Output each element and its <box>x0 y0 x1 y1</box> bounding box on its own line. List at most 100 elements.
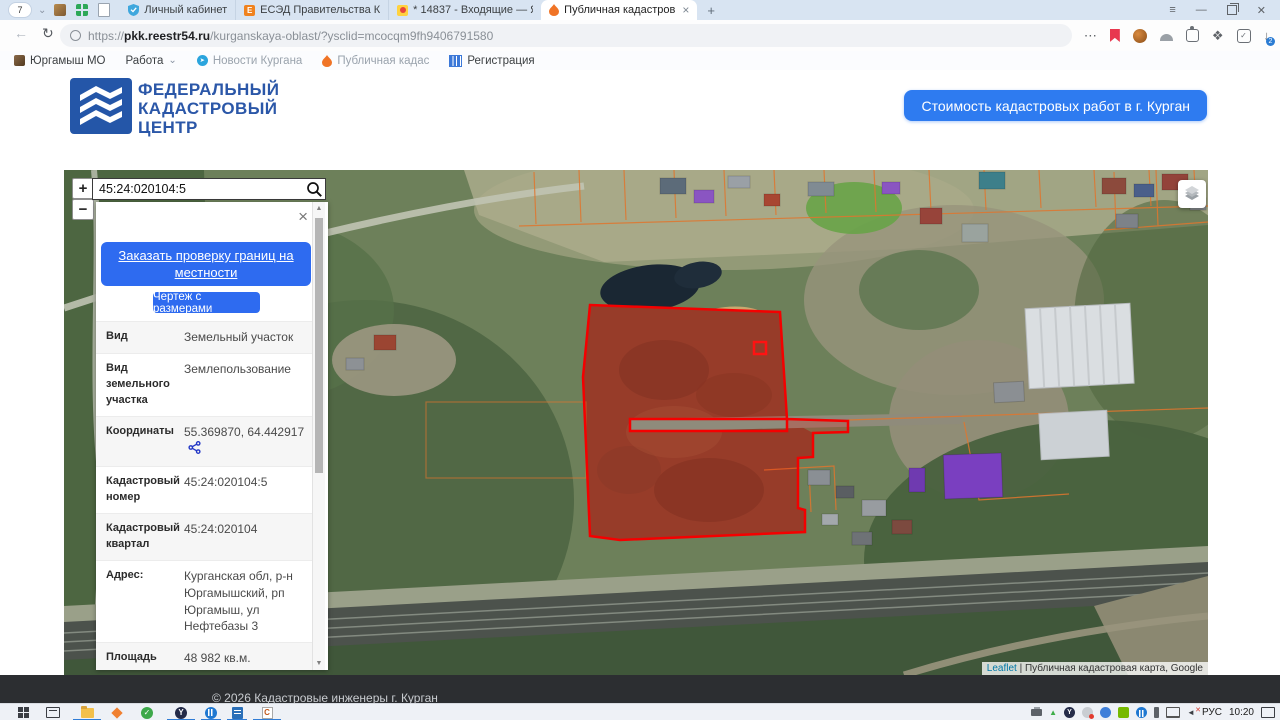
bookmark-cadastral[interactable]: Публичная кадас <box>322 54 429 67</box>
collections-icon[interactable]: ❖ <box>1212 28 1224 44</box>
task-view-icon <box>46 707 60 718</box>
restore-icon[interactable] <box>1226 3 1239 15</box>
tab-cadastral-map[interactable]: Публичная кадастров × <box>541 0 698 20</box>
minimize-icon[interactable]: — <box>1196 4 1207 16</box>
tab-counter[interactable]: 7 <box>8 2 32 18</box>
window-controls: ≡ — ✕ <box>1169 3 1266 17</box>
system-tray: ▲ Y ◄ ✕ РУС 10:20 <box>1031 704 1275 720</box>
reload-icon[interactable]: ↻ <box>42 25 54 42</box>
toolbar-actions: ⋯ ❖ ✓ ↓ 2 <box>1084 24 1275 47</box>
tab-close-icon[interactable]: × <box>682 3 689 17</box>
notes-icon[interactable] <box>98 3 111 17</box>
usb-icon[interactable] <box>1154 707 1160 718</box>
app-blue-button[interactable] <box>198 704 224 720</box>
parcel-attributes: Вид Земельный участок Вид земельного учас… <box>96 321 313 670</box>
scroll-down-icon[interactable]: ▼ <box>313 660 325 667</box>
tab-esed[interactable]: Е ЕСЭД Правительства Кур <box>235 0 388 20</box>
back-icon[interactable]: ← <box>14 25 28 41</box>
cadastral-search-box <box>92 178 326 200</box>
cadastre-flame-icon <box>322 54 333 67</box>
search-icon[interactable] <box>303 181 325 198</box>
document-app-button[interactable] <box>224 704 250 720</box>
map-container[interactable]: + − × Заказать проверку границ на местно… <box>64 170 1208 675</box>
scrollbar-thumb[interactable] <box>315 218 323 473</box>
taskbar: ✓ Y С ▲ Y ◄ ✕ РУС 10:20 <box>0 703 1280 720</box>
link-icon[interactable] <box>188 441 201 459</box>
order-boundary-check-button[interactable]: Заказать проверку границ на местности <box>101 242 311 286</box>
apps-grid-icon[interactable] <box>76 4 89 16</box>
crest-icon <box>14 55 25 66</box>
task-view-button[interactable] <box>36 704 70 720</box>
taskbar-apps: ✓ Y С <box>10 704 284 720</box>
bookmark-work-folder[interactable]: Работа ⌄ <box>125 55 176 67</box>
search-input[interactable] <box>93 182 303 196</box>
more-icon[interactable]: ⋯ <box>1084 28 1097 44</box>
shield-icon <box>128 4 140 16</box>
zoom-out-button[interactable]: − <box>72 199 94 220</box>
downloads-badge: 2 <box>1266 37 1275 46</box>
shield-check-icon: ✓ <box>141 706 153 719</box>
panel-scrollbar[interactable]: ▲ ▼ <box>312 202 325 670</box>
drawing-with-dimensions-button[interactable]: Чертеж с размерами <box>153 291 260 315</box>
printer-icon[interactable] <box>1031 707 1043 716</box>
notification-dot-icon[interactable] <box>1082 707 1095 719</box>
app-diamond-button[interactable] <box>104 704 130 720</box>
profile-icon[interactable] <box>1159 34 1173 41</box>
attribute-row: Кадастровый квартал 45:24:020104 <box>96 513 313 560</box>
clock[interactable]: 10:20 <box>1229 707 1254 718</box>
cadastral-works-cost-button[interactable]: Стоимость кадастровых работ в г. Курган <box>904 90 1207 121</box>
scroll-up-icon[interactable]: ▲ <box>313 205 325 212</box>
yandex-browser-button[interactable]: Y <box>164 704 198 720</box>
show-hidden-icons[interactable]: ▲ <box>1049 708 1057 717</box>
pinned-site-icon[interactable] <box>54 4 67 16</box>
attribute-row: Вид земельного участка Землепользование <box>96 352 313 416</box>
consultant-icon: С <box>261 706 273 719</box>
telegram-icon: ➤ <box>196 55 208 66</box>
action-center-icon[interactable] <box>1261 707 1275 718</box>
tab-personal-account[interactable]: Личный кабинет <box>120 0 235 20</box>
attribute-row-coordinates: Координаты 55.369870, 64.442917 <box>96 415 313 467</box>
consultant-button[interactable]: С <box>250 704 284 720</box>
tabs-dropdown-icon[interactable]: ⌄ <box>38 5 46 16</box>
leaflet-link[interactable]: Leaflet <box>987 663 1017 674</box>
downloads-icon[interactable]: ↓ 2 <box>1264 28 1275 46</box>
file-explorer-button[interactable] <box>70 704 104 720</box>
bookmark-registration[interactable]: Регистрация <box>449 54 535 67</box>
federal-cadastral-center-logo[interactable] <box>70 78 132 139</box>
gpu-icon[interactable] <box>1118 707 1130 718</box>
assistant-icon[interactable] <box>1132 28 1147 43</box>
attribute-row: Адрес: Курганская обл, р-н Юргамышский, р… <box>96 559 313 642</box>
screen: 7 ⌄ Личный кабинет Е ЕСЭД Правительства … <box>0 0 1280 720</box>
start-button[interactable] <box>10 704 36 720</box>
folder-icon <box>80 705 94 718</box>
extensions-icon[interactable] <box>1185 26 1199 42</box>
close-window-icon[interactable]: ✕ <box>1257 4 1266 17</box>
bookmarks-bar: Юргамыш МО Работа ⌄ ➤ Новости Кургана Пу… <box>0 51 1280 71</box>
person-icon[interactable] <box>1100 707 1112 718</box>
close-icon[interactable]: × <box>298 208 308 225</box>
address-bar[interactable]: https://pkk.reestr54.ru/kurganskaya-obla… <box>60 24 1072 47</box>
diamond-icon <box>111 706 123 719</box>
browser-menu-icon[interactable]: ≡ <box>1169 4 1175 16</box>
attribute-row: Вид Земельный участок <box>96 321 313 353</box>
antivirus-button[interactable]: ✓ <box>130 704 164 720</box>
tab-mail-inbox[interactable]: * 14837 - Входящие — Янд <box>388 0 541 20</box>
site-security-icon[interactable] <box>70 30 81 41</box>
task-check-icon[interactable]: ✓ <box>1236 28 1251 43</box>
bookmark-flag-icon[interactable] <box>1109 29 1120 42</box>
yandex-tray-icon[interactable]: Y <box>1064 707 1076 718</box>
new-tab-button[interactable]: + <box>707 3 715 18</box>
bookmark-news[interactable]: ➤ Новости Кургана <box>196 55 302 67</box>
zoom-in-button[interactable]: + <box>72 178 94 199</box>
network-icon[interactable] <box>1166 707 1181 718</box>
windows-icon <box>17 707 29 718</box>
logo-text: ФЕДЕРАЛЬНЫЙ КАДАСТРОВЫЙ ЦЕНТР <box>138 80 280 137</box>
language-indicator[interactable]: РУС <box>1202 707 1222 718</box>
attribute-row: Кадастровый номер 45:24:020104:5 <box>96 466 313 513</box>
volume-muted-icon[interactable]: ◄ ✕ <box>1187 707 1201 717</box>
bookmark-yurgamysh[interactable]: Юргамыш МО <box>14 55 105 67</box>
mail-icon <box>397 4 409 16</box>
blue-app-tray-icon[interactable] <box>1136 707 1148 718</box>
document-icon <box>231 706 243 719</box>
layers-button[interactable] <box>1178 180 1206 208</box>
